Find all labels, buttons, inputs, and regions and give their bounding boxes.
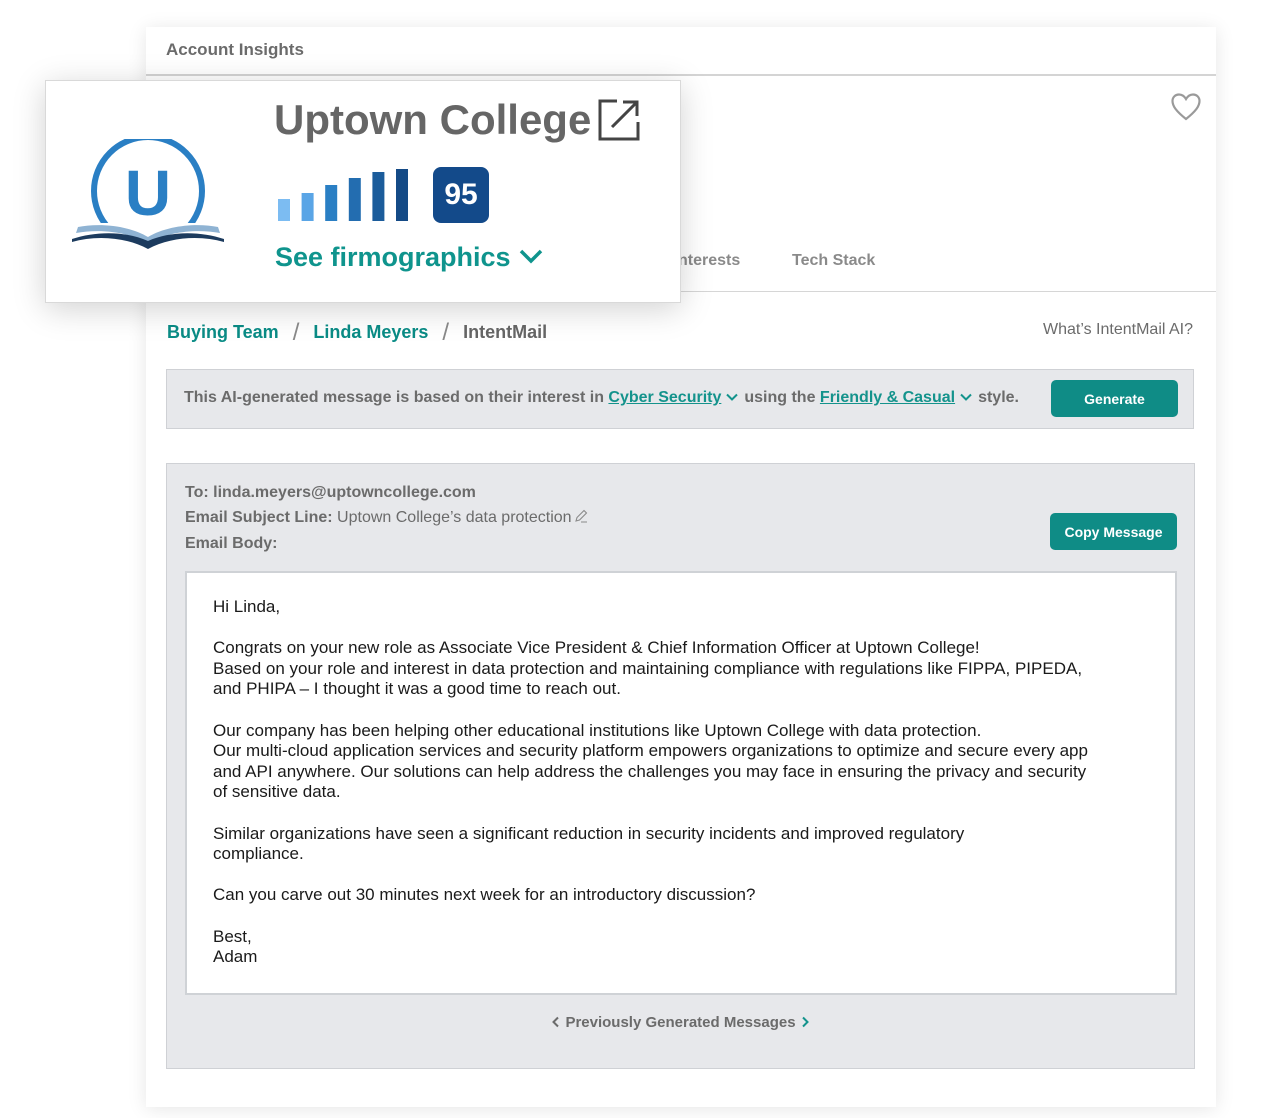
- tab-interests[interactable]: nterests: [678, 252, 740, 270]
- interest-dropdown[interactable]: Cyber Security: [608, 389, 721, 406]
- chevron-right-icon[interactable]: [800, 1016, 810, 1028]
- email-paragraph: Congrats on your new role as Associate V…: [213, 638, 1155, 700]
- signal-bar: [278, 199, 290, 221]
- email-paragraph: Can you carve out 30 minutes next week f…: [213, 885, 756, 905]
- email-line: Similar organizations have seen a signif…: [213, 823, 965, 843]
- email-line: compliance.: [213, 844, 304, 864]
- copy-message-button[interactable]: Copy Message: [1050, 513, 1177, 550]
- signal-bar: [348, 178, 361, 221]
- email-line: Best,: [213, 926, 252, 946]
- email-line: Based on your role and interest in data …: [213, 658, 1083, 678]
- signal-bar: [301, 193, 314, 221]
- signal-bar: [325, 185, 338, 221]
- email-line: and API anywhere. Our solutions can help…: [213, 761, 1087, 781]
- chevron-down-icon[interactable]: [960, 393, 972, 401]
- tab-tech-stack[interactable]: Tech Stack: [792, 252, 875, 270]
- generator-bar: This AI-generated message is based on th…: [166, 369, 1194, 429]
- chevron-left-icon[interactable]: [551, 1016, 561, 1028]
- email-subject-row: Email Subject Line: Uptown College’s dat…: [185, 509, 588, 527]
- intent-signal-bars: [278, 169, 408, 221]
- generator-text-middle: using the: [744, 389, 816, 406]
- generate-button[interactable]: Generate: [1051, 380, 1178, 417]
- chevron-down-icon: [519, 249, 542, 264]
- email-paragraph: Our company has been helping other educa…: [213, 721, 1155, 803]
- email-subject-value[interactable]: Uptown College’s data protection: [337, 509, 572, 526]
- college-logo: U: [72, 139, 224, 259]
- email-body-box[interactable]: Hi Linda, Congrats on your new role as A…: [185, 571, 1177, 995]
- email-body-text: Hi Linda, Congrats on your new role as A…: [213, 597, 1155, 988]
- style-dropdown[interactable]: Friendly & Casual: [820, 389, 955, 406]
- previous-messages-label: Previously Generated Messages: [565, 1014, 796, 1031]
- email-signoff: Best, Adam: [213, 927, 1155, 968]
- chevron-down-icon[interactable]: [726, 393, 739, 401]
- panel-header: Account Insights: [146, 27, 1216, 76]
- email-line: Our multi-cloud application services and…: [213, 741, 1088, 761]
- breadcrumb-separator: /: [442, 319, 450, 346]
- breadcrumb-separator: /: [292, 319, 300, 346]
- breadcrumb-contact[interactable]: Linda Meyers: [313, 322, 428, 342]
- breadcrumb-buying-team[interactable]: Buying Team: [167, 322, 279, 342]
- company-name: Uptown College: [274, 96, 592, 143]
- logo-letter: U: [125, 157, 171, 229]
- email-panel: To: linda.meyers@uptowncollege.com Email…: [166, 463, 1195, 1069]
- whats-intentmail-link[interactable]: What’s IntentMail AI?: [1043, 321, 1193, 339]
- see-firmographics-toggle[interactable]: See firmographics: [275, 242, 543, 273]
- email-subject-label: Email Subject Line:: [185, 509, 333, 526]
- previous-messages-nav: Previously Generated Messages: [167, 1014, 1194, 1031]
- email-paragraph: Similar organizations have seen a signif…: [213, 824, 1155, 865]
- generator-text-after: style.: [978, 389, 1019, 406]
- email-greeting: Hi Linda,: [213, 597, 281, 616]
- generator-text: This AI-generated message is based on th…: [184, 389, 1019, 407]
- intent-score-badge: 95: [433, 167, 489, 223]
- email-to: To: linda.meyers@uptowncollege.com: [185, 484, 476, 501]
- see-firmographics-label: See firmographics: [275, 242, 511, 272]
- signal-bar: [396, 169, 408, 221]
- company-overlay-card: U Uptown College 95 See firmographics: [45, 80, 681, 303]
- email-line: Our company has been helping other educa…: [213, 720, 982, 740]
- email-body-label: Email Body:: [185, 535, 278, 552]
- signal-bar: [372, 172, 385, 221]
- generator-text-before: This AI-generated message is based on th…: [184, 389, 604, 406]
- breadcrumb-current: IntentMail: [463, 322, 548, 342]
- external-link-icon[interactable]: [597, 98, 641, 142]
- breadcrumb: Buying Team / Linda Meyers / IntentMail: [167, 317, 548, 346]
- heart-icon[interactable]: [1171, 93, 1201, 121]
- email-line: Adam: [213, 947, 258, 967]
- email-line: Congrats on your new role as Associate V…: [213, 638, 980, 658]
- pencil-icon[interactable]: [574, 509, 588, 523]
- email-line: and PHIPA – I thought it was a good time…: [213, 679, 621, 699]
- email-line: of sensitive data.: [213, 782, 341, 802]
- panel-title: Account Insights: [166, 40, 304, 59]
